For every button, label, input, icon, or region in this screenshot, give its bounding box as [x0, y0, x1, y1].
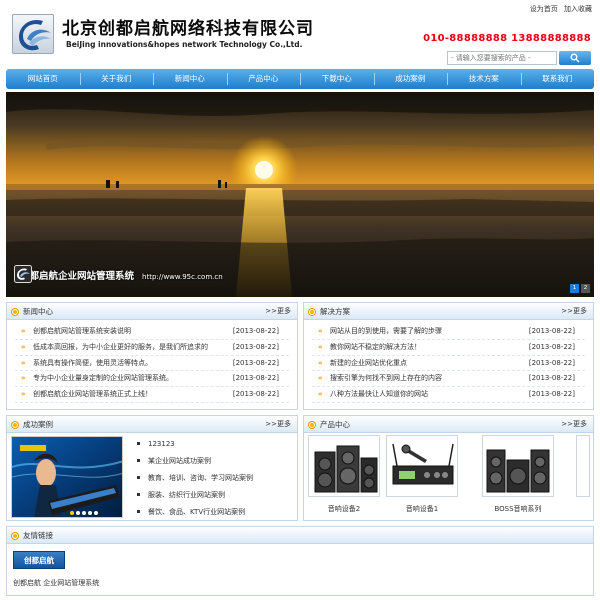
search-button[interactable]: [559, 51, 591, 65]
list-item[interactable]: » 创都启航企业网站管理系统正式上线！ [2013-08-22]: [15, 387, 289, 403]
nav-downloads[interactable]: 下载中心: [300, 69, 374, 89]
cases-panel-title: 成功案例: [23, 420, 53, 429]
bullet-dot-icon: [309, 421, 315, 428]
links-panel-header: 友情链接: [7, 527, 593, 544]
chevron-right-icon: »: [318, 327, 323, 335]
list-item[interactable]: » 网站从目的到使用，需要了解的步骤 [2013-08-22]: [312, 324, 585, 340]
bullet-icon: [137, 475, 140, 479]
banner-caption-title: 创都启航企业网站管理系统: [20, 271, 135, 282]
products-panel-title: 产品中心: [320, 420, 350, 429]
news-panel-title: 新闻中心: [23, 307, 53, 316]
products-panel: 产品中心 >>更多 音响设备2 音响设备1 BOSS音响系列: [303, 415, 594, 521]
top-links: 设为首页 加入收藏: [526, 4, 592, 14]
list-item[interactable]: 餐饮、食品、KTV行业网站案例: [137, 504, 253, 521]
product-image-partial: [576, 435, 590, 497]
chevron-right-icon: »: [318, 342, 323, 351]
cases-more-link[interactable]: >>更多: [265, 416, 291, 433]
list-item[interactable]: » 教你网站不稳定的解决方法！ [2013-08-22]: [312, 340, 585, 356]
news-list: » 创都启航网站管理系统安装说明 [2013-08-22] » 低成本高回报，为中小企…: [7, 320, 297, 403]
list-item[interactable]: » 系统具有操作简便，使用灵活等特点。 [2013-08-22]: [15, 356, 289, 372]
solutions-panel-header: 解决方案 >>更多: [304, 303, 593, 320]
company-logo-icon[interactable]: [12, 14, 54, 54]
cases-panel-header: 成功案例 >>更多: [7, 416, 297, 433]
speaker-set-image: [482, 435, 554, 497]
bullet-dot-icon: [309, 308, 315, 315]
banner-pagination: 1 2: [570, 284, 590, 293]
news-more-link[interactable]: >>更多: [265, 303, 291, 320]
list-item[interactable]: » 低成本高回报，为中小企业更好的服务，是我们所追求的 [2013-08-22]: [15, 340, 289, 356]
set-homepage-link[interactable]: 设为首页: [530, 5, 558, 13]
banner-caption-url: http://www.95c.com.cn: [142, 272, 223, 281]
chevron-right-icon: »: [21, 374, 26, 383]
product-card-partial[interactable]: [576, 435, 590, 497]
case-thumbnail-image[interactable]: [11, 436, 123, 518]
brand-swirl-icon: [14, 265, 32, 283]
list-item[interactable]: 某企业网站成功案例: [137, 453, 253, 470]
bullet-icon: [137, 441, 140, 445]
bullet-dot-icon: [12, 308, 18, 315]
solutions-list: » 网站从目的到使用，需要了解的步骤 [2013-08-22] » 教你网站不稳定的解…: [304, 320, 593, 403]
banner-slideshow[interactable]: 创都启航企业网站管理系统 http://www.95c.com.cn 1 2: [6, 92, 594, 297]
speaker-image: [308, 435, 380, 497]
nav-about[interactable]: 关于我们: [79, 69, 154, 89]
solutions-more-link[interactable]: >>更多: [561, 303, 587, 320]
search-icon: [570, 53, 580, 63]
links-panel-title: 友情链接: [23, 531, 53, 540]
products-more-link[interactable]: >>更多: [561, 416, 587, 433]
nav-products[interactable]: 产品中心: [226, 69, 301, 89]
list-item[interactable]: » 新建的企业网站优化重点 [2013-08-22]: [312, 356, 585, 372]
bullet-icon: [137, 509, 140, 513]
bullet-icon: [137, 492, 140, 496]
list-item[interactable]: 123123: [137, 436, 253, 453]
nav-solutions[interactable]: 技术方案: [447, 69, 521, 89]
main-nav: 网站首页 关于我们 新闻中心 产品中心 下载中心 成功案例 技术方案 联系我们: [6, 69, 594, 89]
chevron-right-icon: »: [21, 390, 26, 399]
partner-logo[interactable]: 创都启航: [13, 551, 65, 569]
banner-caption: 创都启航企业网站管理系统 http://www.95c.com.cn: [14, 265, 223, 285]
list-item[interactable]: 服装、纺织行业网站案例: [137, 487, 253, 504]
links-panel: 友情链接 创都启航 创都启航 企业网站管理系统: [6, 526, 594, 596]
product-card[interactable]: 音响设备2: [308, 435, 380, 514]
banner-page-1[interactable]: 1: [570, 284, 579, 293]
chevron-right-icon: »: [318, 390, 323, 399]
partner-link-text[interactable]: 创都启航 企业网站管理系统: [13, 578, 99, 588]
solutions-panel: 解决方案 >>更多 » 网站从目的到使用，需要了解的步骤 [2013-08-22] …: [303, 302, 594, 410]
news-panel-header: 新闻中心 >>更多: [7, 303, 297, 320]
news-panel: 新闻中心 >>更多 » 创都启航网站管理系统安装说明 [2013-08-22] » 低…: [6, 302, 298, 410]
bullet-dot-icon: [12, 532, 18, 539]
site-header: 北京创都启航网络科技有限公司 BeiJing innovations&hopes…: [0, 0, 600, 66]
nav-home[interactable]: 网站首页: [6, 69, 80, 89]
product-card[interactable]: BOSS音响系列: [482, 435, 554, 514]
solutions-panel-title: 解决方案: [320, 307, 350, 316]
product-name: 音响设备1: [405, 505, 439, 513]
bullet-dot-icon: [12, 421, 18, 428]
chevron-right-icon: »: [318, 358, 323, 367]
chevron-right-icon: »: [21, 358, 26, 367]
nav-cases[interactable]: 成功案例: [373, 69, 448, 89]
product-name: 音响设备2: [327, 505, 361, 513]
wireless-mic-image: [386, 435, 458, 497]
phone-number: 010-88888888 13888888888: [423, 33, 591, 44]
banner-page-2[interactable]: 2: [581, 284, 590, 293]
nav-contact[interactable]: 联系我们: [520, 69, 595, 89]
nav-news[interactable]: 新闻中心: [153, 69, 227, 89]
company-name-en: BeiJing innovations&hopes network Techno…: [66, 40, 303, 49]
product-name: BOSS音响系列: [494, 505, 542, 513]
search-input[interactable]: [447, 51, 557, 65]
product-card[interactable]: 音响设备1: [386, 435, 458, 514]
add-favorite-link[interactable]: 加入收藏: [564, 5, 592, 13]
chevron-right-icon: »: [21, 342, 26, 351]
company-name-cn: 北京创都启航网络科技有限公司: [62, 19, 314, 39]
chevron-right-icon: »: [21, 327, 26, 335]
products-panel-header: 产品中心 >>更多: [304, 416, 593, 433]
list-item[interactable]: » 专为中小企业量身定制的企业网站管理系统。 [2013-08-22]: [15, 371, 289, 388]
list-item[interactable]: » 创都启航网站管理系统安装说明 [2013-08-22]: [15, 324, 289, 340]
cases-list: 123123 某企业网站成功案例 教育、培训、咨询、学习网站案例 服装、纺织行业…: [137, 436, 253, 521]
list-item[interactable]: » 八种方法最快让人知道你的网站 [2013-08-22]: [312, 387, 585, 403]
chevron-right-icon: »: [318, 374, 323, 383]
cases-panel: 成功案例 >>更多 123123 某企业网站成功案例 教育、培训、咨询、学习网站…: [6, 415, 298, 521]
list-item[interactable]: 教育、培训、咨询、学习网站案例: [137, 470, 253, 487]
list-item[interactable]: » 搜索引擎为何找不到网上存在的内容 [2013-08-22]: [312, 371, 585, 388]
bullet-icon: [137, 458, 140, 462]
